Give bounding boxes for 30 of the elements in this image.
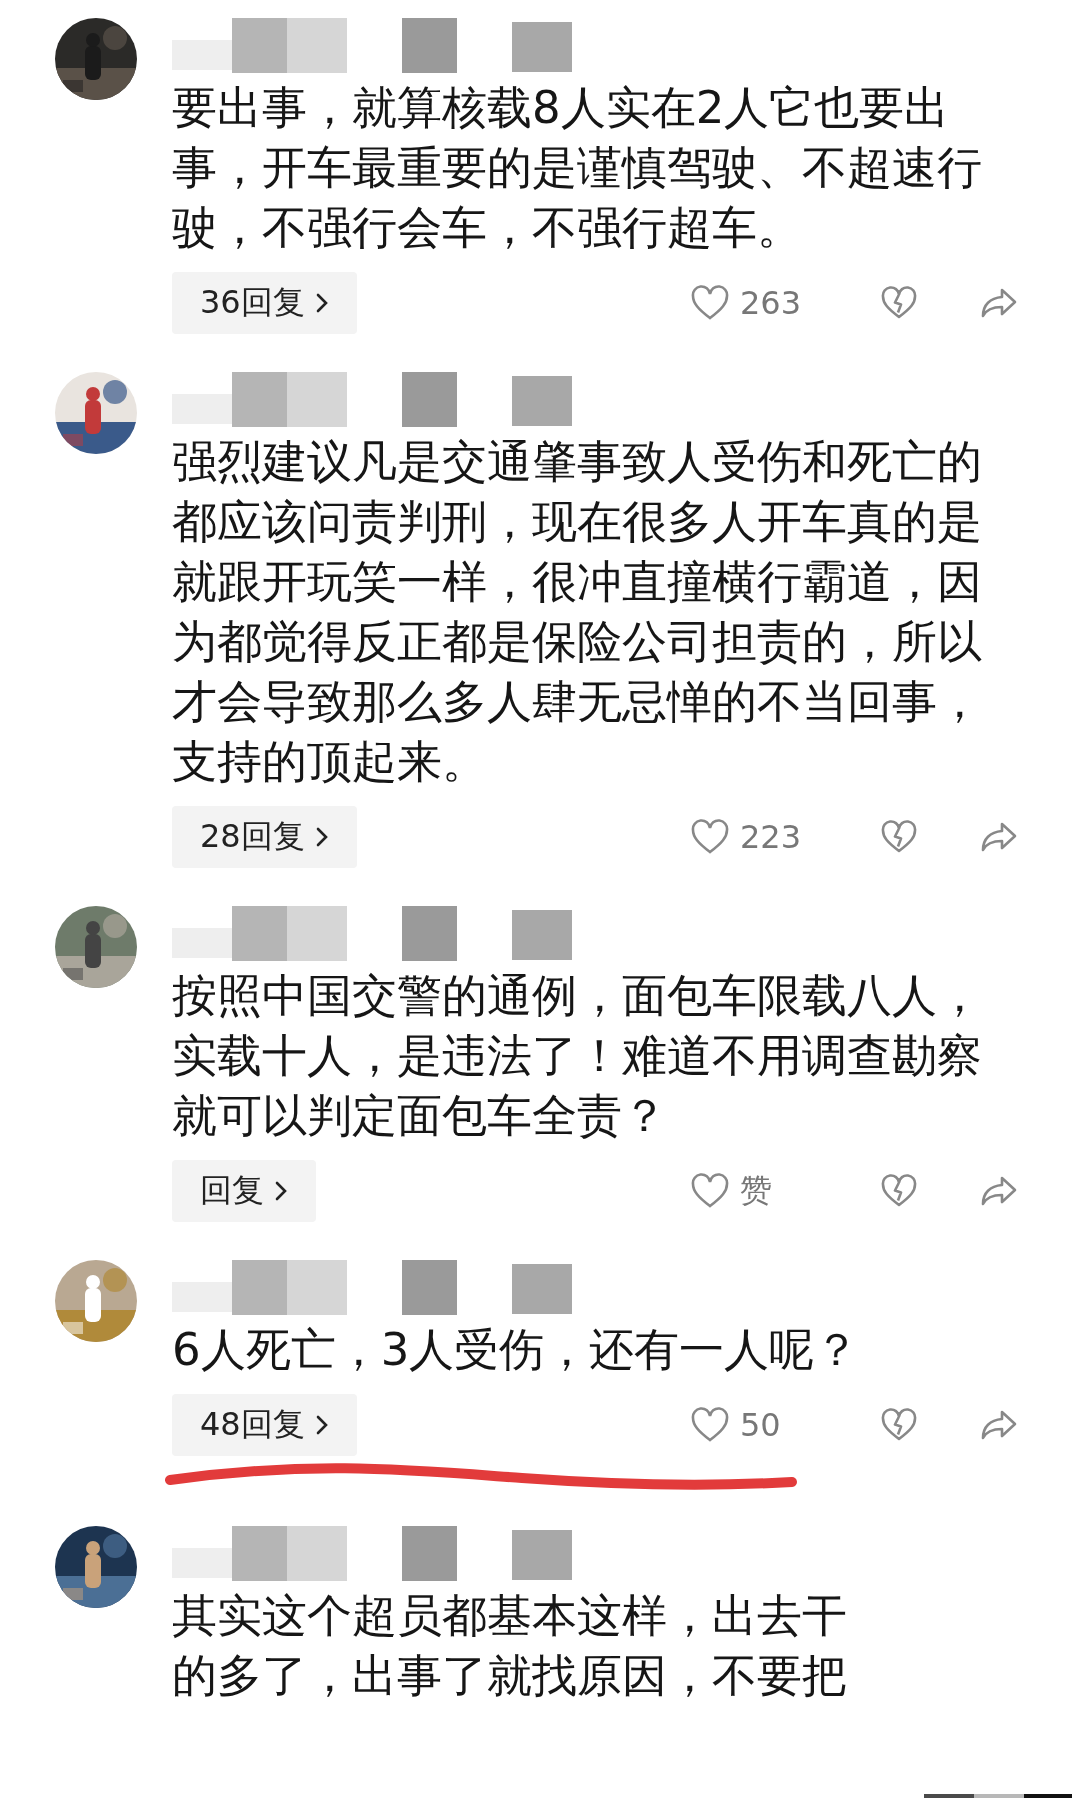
chevron-icon <box>274 1179 288 1203</box>
heart-icon[interactable] <box>690 285 730 321</box>
replies-button[interactable]: 回复 <box>172 1160 316 1222</box>
heart-icon[interactable] <box>690 819 730 855</box>
share-icon[interactable] <box>980 821 1018 853</box>
share-icon[interactable] <box>980 1409 1018 1441</box>
share-icon[interactable] <box>980 287 1018 319</box>
chevron-icon <box>314 1413 329 1437</box>
broken-heart-icon[interactable] <box>880 1174 918 1208</box>
like-count: 赞 <box>740 1170 773 1211</box>
heart-icon[interactable] <box>690 1407 730 1443</box>
broken-heart-icon[interactable] <box>880 1408 918 1442</box>
like-count: 223 <box>740 818 803 856</box>
comment-text: 按照中国交警的通例，面包车限载八人，实载十人，是违法了！难道不用调查勘察就可以判定面包车全责？ <box>172 968 983 1144</box>
comment-text: 的多了，出事了就找原因，不要把 <box>172 1648 848 1704</box>
replies-button[interactable]: 28回复 <box>172 806 357 868</box>
chevron-icon <box>314 291 329 315</box>
broken-heart-icon[interactable] <box>880 820 918 854</box>
heart-icon[interactable] <box>690 1173 730 1209</box>
share-icon[interactable] <box>980 1175 1018 1207</box>
chevron-icon <box>314 825 329 849</box>
comment-text: 6人死亡，3人受伤，还有一人呢？ <box>172 1322 861 1378</box>
broken-heart-icon[interactable] <box>880 286 918 320</box>
comment-text: 强烈建议凡是交通肇事致人受伤和死亡的都应该问责判刑，现在很多人开车真的是就跟开玩笑一样，很冲直撞横行霸道，因为都觉得反正都是保险公司担责的，所以才会导致那么多人肆无忌惮的不当回事，支持的顶起来。 <box>172 434 983 790</box>
replies-button[interactable]: 36回复 <box>172 272 357 334</box>
like-count: 263 <box>740 284 803 322</box>
like-count: 50 <box>740 1406 782 1444</box>
comment-text: 其实这个超员都基本这样，出去干 <box>172 1588 848 1644</box>
replies-button[interactable]: 48回复 <box>172 1394 357 1456</box>
comment-text: 要出事，就算核载8人实在2人它也要出事，开车最重要的是谨慎驾驶、不超速行驶，不强行会车，不强行超车。 <box>172 80 983 256</box>
